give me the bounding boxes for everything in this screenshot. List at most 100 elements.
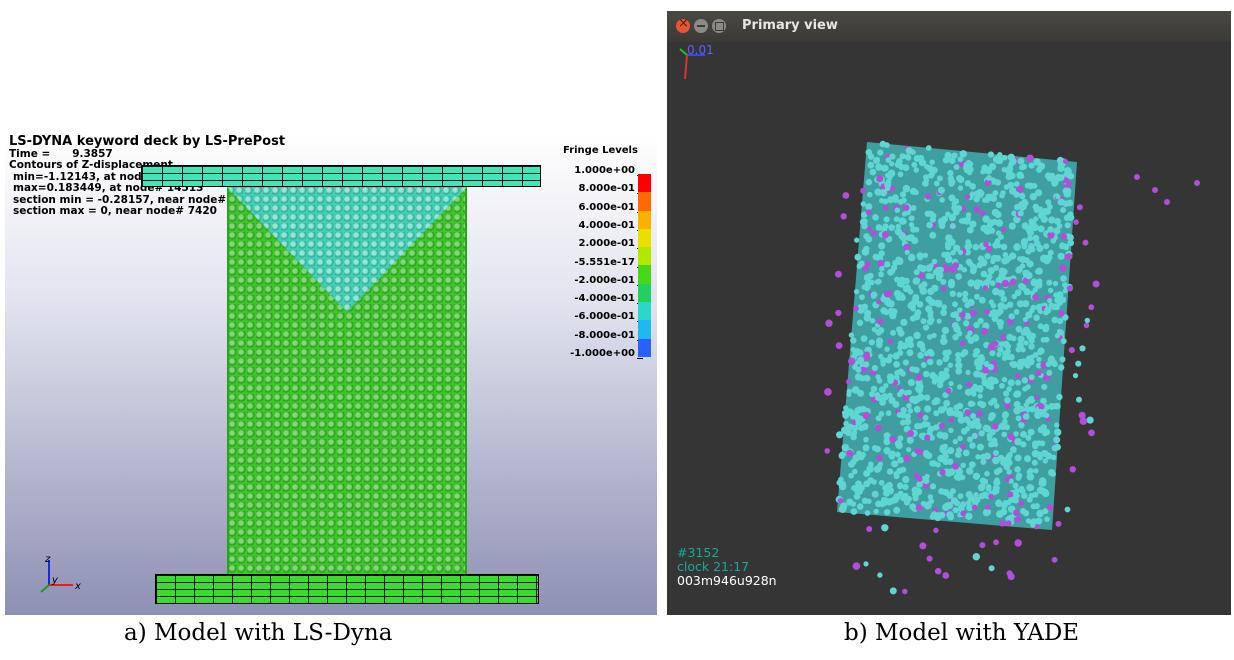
particle [1019, 255, 1027, 264]
particle [1043, 323, 1050, 330]
particle [856, 319, 864, 326]
particle [873, 508, 879, 515]
particle [879, 266, 885, 272]
particle [966, 467, 974, 475]
particle [881, 524, 889, 532]
particle [824, 448, 830, 454]
particle [852, 350, 859, 357]
particle [1013, 407, 1021, 415]
particle [863, 470, 871, 477]
particle [1003, 184, 1010, 190]
fringe-level-value: 4.000e-01 [578, 219, 635, 231]
particle [1002, 413, 1008, 420]
particle [875, 163, 883, 171]
particle [865, 203, 873, 211]
particle-assembly[interactable] [667, 42, 1231, 615]
particle [1025, 271, 1033, 280]
particle [1040, 424, 1047, 431]
fringe-level-value: -2.000e-01 [574, 274, 635, 286]
particle [893, 506, 901, 514]
particle [1031, 223, 1039, 232]
particle [932, 269, 939, 276]
particle [1010, 361, 1018, 369]
particle [897, 456, 904, 464]
maximize-window-button[interactable] [712, 19, 726, 33]
particle [938, 266, 944, 273]
particle [859, 294, 865, 301]
particle [913, 331, 921, 340]
particle [1015, 472, 1023, 479]
particle [1028, 162, 1035, 169]
particle [979, 542, 986, 549]
particle [943, 251, 951, 259]
particle [1075, 360, 1082, 367]
particle [952, 438, 958, 445]
particle [1028, 337, 1035, 344]
particle [967, 279, 975, 287]
particle [946, 501, 954, 509]
particle [946, 491, 954, 499]
particle [964, 409, 972, 417]
particle [969, 442, 976, 449]
particle [867, 191, 873, 198]
particle [998, 272, 1006, 280]
particle [1020, 431, 1027, 438]
particle [948, 417, 955, 423]
particle [1066, 285, 1073, 292]
particle [1045, 361, 1052, 368]
minimize-window-button[interactable] [694, 19, 708, 33]
particle [883, 290, 891, 298]
particle [925, 145, 932, 151]
particle [1007, 491, 1014, 498]
particle [1043, 336, 1050, 343]
particle [1018, 500, 1025, 507]
particle [902, 204, 910, 211]
particle [860, 201, 866, 207]
particle [1034, 395, 1040, 401]
particle [1014, 539, 1022, 547]
particle [1043, 310, 1049, 316]
particle [923, 394, 931, 401]
particle [943, 399, 951, 407]
particle [865, 278, 873, 286]
close-window-button[interactable] [676, 16, 690, 33]
particle [992, 456, 1000, 465]
particle [935, 462, 941, 468]
particle [1035, 268, 1042, 275]
particle [1037, 323, 1044, 330]
particle [863, 374, 870, 382]
particle [980, 270, 988, 278]
particle [985, 245, 993, 253]
particle [871, 490, 879, 498]
particle [839, 481, 846, 487]
particle [899, 191, 907, 198]
particle [955, 352, 961, 358]
particle [1001, 279, 1010, 288]
particle [982, 424, 990, 432]
window-titlebar[interactable]: Primary view [667, 11, 1231, 42]
particle [880, 361, 886, 367]
particle [1002, 251, 1009, 258]
particle [968, 461, 976, 469]
particle [1053, 436, 1061, 444]
particle [874, 392, 881, 398]
particle [1012, 482, 1019, 489]
particle [1022, 386, 1028, 392]
particle [848, 357, 856, 365]
particle [1050, 471, 1056, 477]
particle [906, 349, 914, 357]
particle [1003, 424, 1010, 431]
particle [1014, 454, 1022, 462]
particle [996, 510, 1004, 518]
particle [853, 289, 860, 295]
particle [980, 458, 987, 465]
particle [889, 453, 895, 460]
particle [939, 197, 945, 203]
particle [884, 346, 890, 352]
particle [933, 180, 940, 187]
particle [1014, 401, 1021, 408]
particle [860, 187, 867, 194]
particle [1047, 298, 1053, 304]
particle [885, 410, 892, 417]
particle [940, 337, 948, 346]
